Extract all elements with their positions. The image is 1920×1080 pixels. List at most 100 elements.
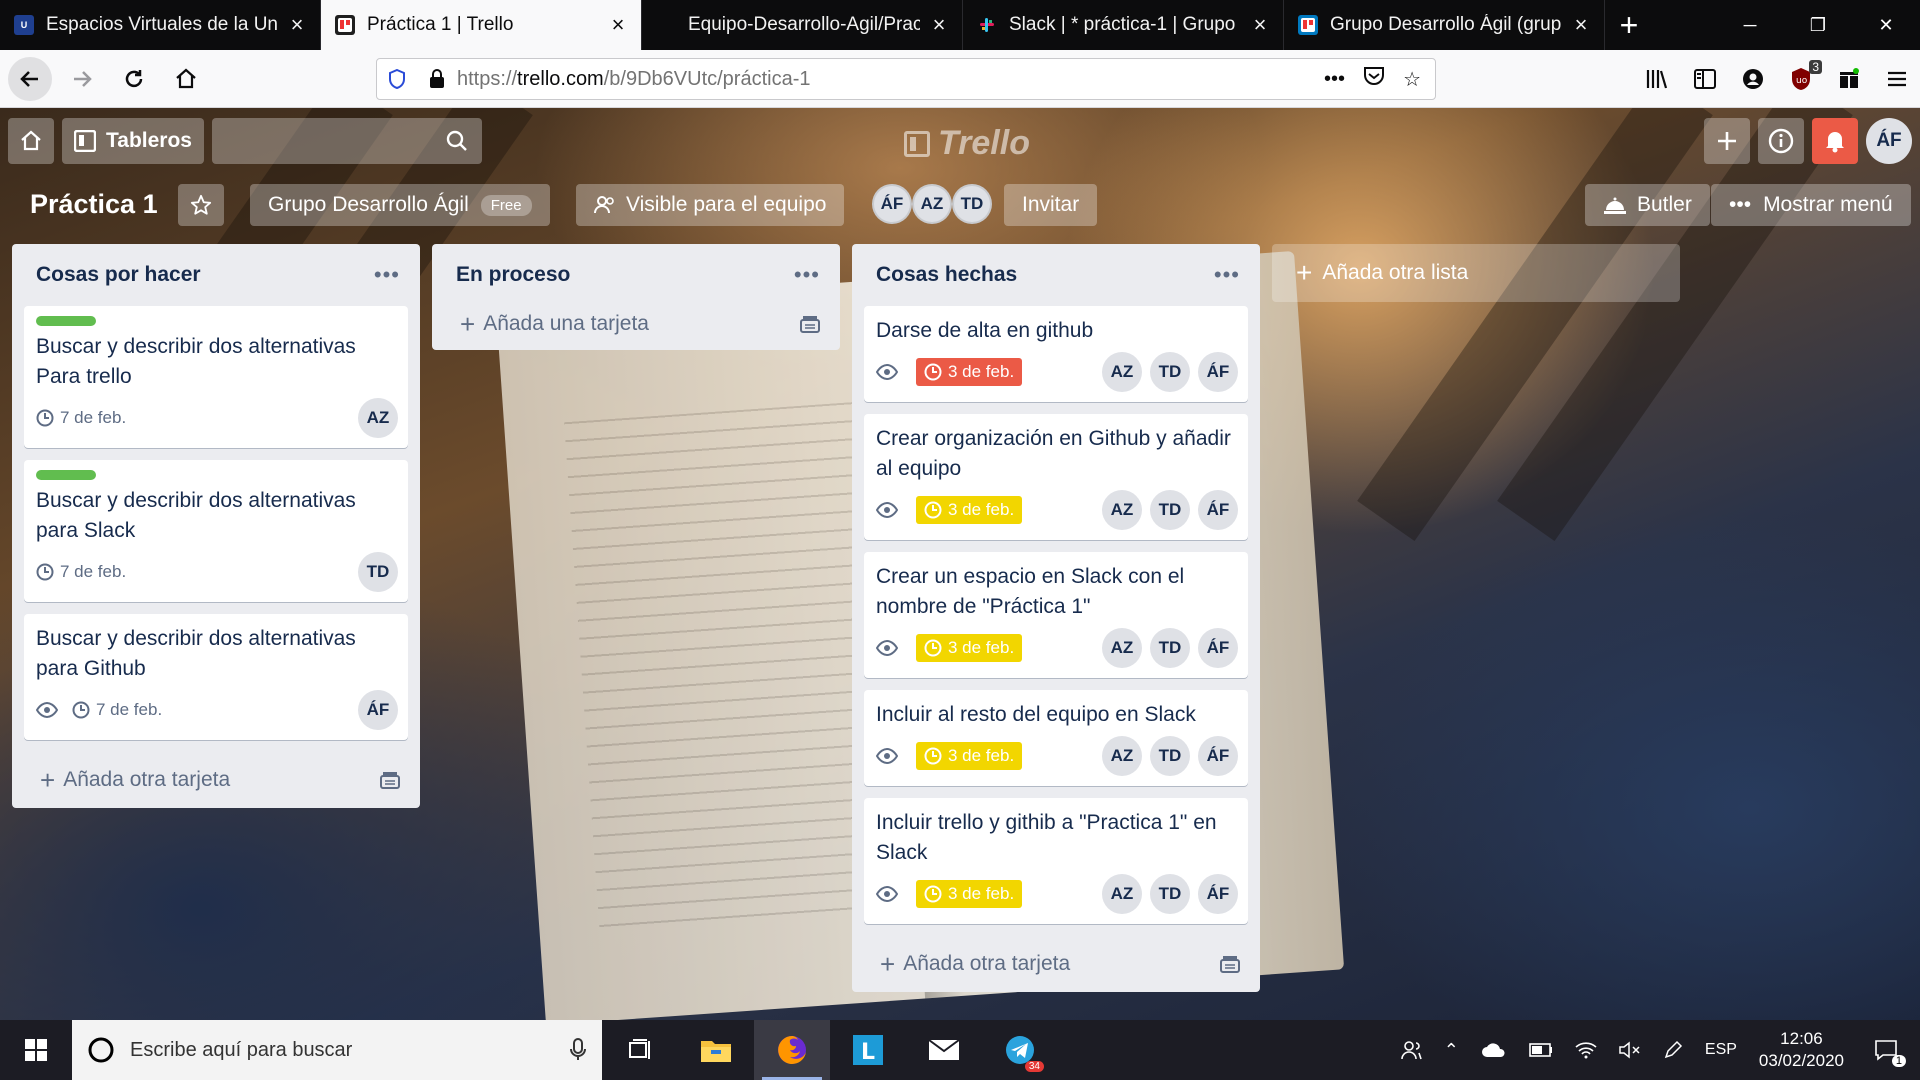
- card[interactable]: Crear un espacio en Slack con el nombre …: [864, 552, 1248, 678]
- card-member-avatar[interactable]: ÁF: [1198, 736, 1238, 776]
- pen-icon[interactable]: [1663, 1040, 1683, 1060]
- file-explorer-app[interactable]: [678, 1020, 754, 1080]
- ublock-extension-icon[interactable]: uo 3: [1788, 60, 1822, 92]
- info-button[interactable]: [1758, 118, 1804, 164]
- create-button[interactable]: [1704, 118, 1750, 164]
- due-date-badge-soon[interactable]: 3 de feb.: [916, 880, 1023, 908]
- browser-tab-slack[interactable]: Slack | * práctica-1 | Grupo D ×: [963, 0, 1284, 50]
- show-menu-button[interactable]: ••• Mostrar menú: [1711, 184, 1911, 226]
- due-date-badge-overdue[interactable]: 3 de feb.: [916, 358, 1023, 386]
- card-member-avatar[interactable]: ÁF: [1198, 490, 1238, 530]
- volume-muted-icon[interactable]: [1619, 1041, 1641, 1059]
- card[interactable]: Buscar y describir dos alternativas para…: [24, 614, 408, 740]
- new-tab-button[interactable]: +: [1605, 0, 1653, 50]
- card-member-avatar[interactable]: AZ: [1102, 490, 1142, 530]
- card-template-icon[interactable]: [800, 315, 820, 333]
- card-member-avatar[interactable]: TD: [358, 552, 398, 592]
- maximize-button[interactable]: ❐: [1784, 0, 1852, 50]
- list-menu-icon[interactable]: •••: [1214, 262, 1240, 288]
- people-icon[interactable]: [1400, 1039, 1422, 1061]
- browser-tab-espacios-virtuales[interactable]: U Espacios Virtuales de la Unive ×: [0, 0, 321, 50]
- boards-button[interactable]: Tableros: [62, 118, 204, 164]
- tracking-shield-icon[interactable]: [377, 69, 417, 89]
- close-tab-icon[interactable]: ×: [1249, 14, 1271, 36]
- add-card-button[interactable]: + Añada otra tarjeta: [12, 752, 420, 808]
- close-tab-icon[interactable]: ×: [607, 14, 629, 36]
- clock[interactable]: 12:06 03/02/2020: [1759, 1028, 1844, 1072]
- card-member-avatar[interactable]: TD: [1150, 736, 1190, 776]
- card-member-avatar[interactable]: TD: [1150, 490, 1190, 530]
- invite-button[interactable]: Invitar: [1004, 184, 1098, 226]
- list-menu-icon[interactable]: •••: [794, 262, 820, 288]
- account-icon[interactable]: [1740, 66, 1766, 92]
- card-member-avatar[interactable]: AZ: [1102, 874, 1142, 914]
- close-tab-icon[interactable]: ×: [286, 14, 308, 36]
- card[interactable]: Buscar y describir dos alternativas Para…: [24, 306, 408, 448]
- wifi-icon[interactable]: [1575, 1041, 1597, 1059]
- page-actions-icon[interactable]: •••: [1324, 68, 1345, 91]
- card-member-avatar[interactable]: AZ: [1102, 352, 1142, 392]
- mail-app[interactable]: [906, 1020, 982, 1080]
- card[interactable]: Buscar y describir dos alternativas para…: [24, 460, 408, 602]
- star-board-button[interactable]: [178, 184, 224, 226]
- card-member-avatar[interactable]: ÁF: [1198, 874, 1238, 914]
- battery-icon[interactable]: [1529, 1043, 1553, 1057]
- close-tab-icon[interactable]: ×: [1570, 14, 1592, 36]
- bookmark-star-icon[interactable]: ☆: [1403, 67, 1421, 92]
- notifications-button[interactable]: [1812, 118, 1858, 164]
- library-icon[interactable]: [1644, 66, 1670, 92]
- card-template-icon[interactable]: [1220, 955, 1240, 973]
- hamburger-menu-icon[interactable]: [1884, 66, 1910, 92]
- card[interactable]: Incluir trello y githib a "Practica 1" e…: [864, 798, 1248, 924]
- member-avatar[interactable]: TD: [952, 184, 992, 224]
- home-button[interactable]: [8, 118, 54, 164]
- forward-button[interactable]: [60, 57, 104, 101]
- card-member-avatar[interactable]: ÁF: [358, 690, 398, 730]
- browser-tab-github[interactable]: Equipo-Desarrollo-Agil/Practi ×: [642, 0, 963, 50]
- onedrive-icon[interactable]: [1481, 1042, 1507, 1058]
- card-member-avatar[interactable]: ÁF: [1198, 628, 1238, 668]
- list-menu-icon[interactable]: •••: [374, 262, 400, 288]
- firefox-app[interactable]: [754, 1020, 830, 1080]
- card-member-avatar[interactable]: TD: [1150, 874, 1190, 914]
- input-language[interactable]: ESP: [1705, 1041, 1737, 1059]
- card-member-avatar[interactable]: AZ: [358, 398, 398, 438]
- team-button[interactable]: Grupo Desarrollo Ágil Free: [250, 184, 550, 226]
- card[interactable]: Darse de alta en github 3 de feb. AZ TD …: [864, 306, 1248, 402]
- l-app[interactable]: L: [830, 1020, 906, 1080]
- pocket-icon[interactable]: [1363, 66, 1385, 92]
- due-date-badge-soon[interactable]: 3 de feb.: [916, 496, 1023, 524]
- card[interactable]: Crear organización en Github y añadir al…: [864, 414, 1248, 540]
- due-date-badge-soon[interactable]: 3 de feb.: [916, 634, 1023, 662]
- url-text[interactable]: https://trello.com/b/9Db6VUtc/práctica-1: [457, 68, 1324, 91]
- minimize-button[interactable]: ─: [1716, 0, 1784, 50]
- card-member-avatar[interactable]: TD: [1150, 352, 1190, 392]
- chevron-up-icon[interactable]: ⌃: [1444, 1040, 1459, 1061]
- browser-tab-grupo-trello[interactable]: Grupo Desarrollo Ágil (grupo ×: [1284, 0, 1605, 50]
- close-window-button[interactable]: ✕: [1852, 0, 1920, 50]
- butler-button[interactable]: Butler: [1585, 184, 1710, 226]
- lock-icon[interactable]: [417, 69, 457, 89]
- action-center-button[interactable]: 1: [1866, 1039, 1906, 1067]
- add-list-button[interactable]: + Añada otra lista: [1272, 244, 1680, 302]
- close-tab-icon[interactable]: ×: [928, 14, 950, 36]
- list-title[interactable]: Cosas hechas: [876, 263, 1017, 287]
- sidebar-icon[interactable]: [1692, 66, 1718, 92]
- start-button[interactable]: [0, 1020, 72, 1080]
- telegram-app[interactable]: 34: [982, 1020, 1058, 1080]
- trello-logo[interactable]: Trello: [904, 124, 1030, 163]
- due-date-badge-soon[interactable]: 3 de feb.: [916, 742, 1023, 770]
- member-avatar[interactable]: AZ: [912, 184, 952, 224]
- user-avatar[interactable]: ÁF: [1866, 118, 1912, 164]
- member-avatar[interactable]: ÁF: [872, 184, 912, 224]
- green-label[interactable]: [36, 470, 96, 480]
- board-search-input[interactable]: [212, 118, 482, 164]
- extensions-icon[interactable]: [1836, 66, 1862, 92]
- card-member-avatar[interactable]: AZ: [1102, 628, 1142, 668]
- list-title[interactable]: En proceso: [456, 263, 570, 287]
- green-label[interactable]: [36, 316, 96, 326]
- taskbar-search-input[interactable]: Escribe aquí para buscar: [72, 1020, 602, 1080]
- task-view-button[interactable]: [602, 1020, 678, 1080]
- url-bar[interactable]: https://trello.com/b/9Db6VUtc/práctica-1…: [376, 58, 1436, 100]
- reload-button[interactable]: [112, 57, 156, 101]
